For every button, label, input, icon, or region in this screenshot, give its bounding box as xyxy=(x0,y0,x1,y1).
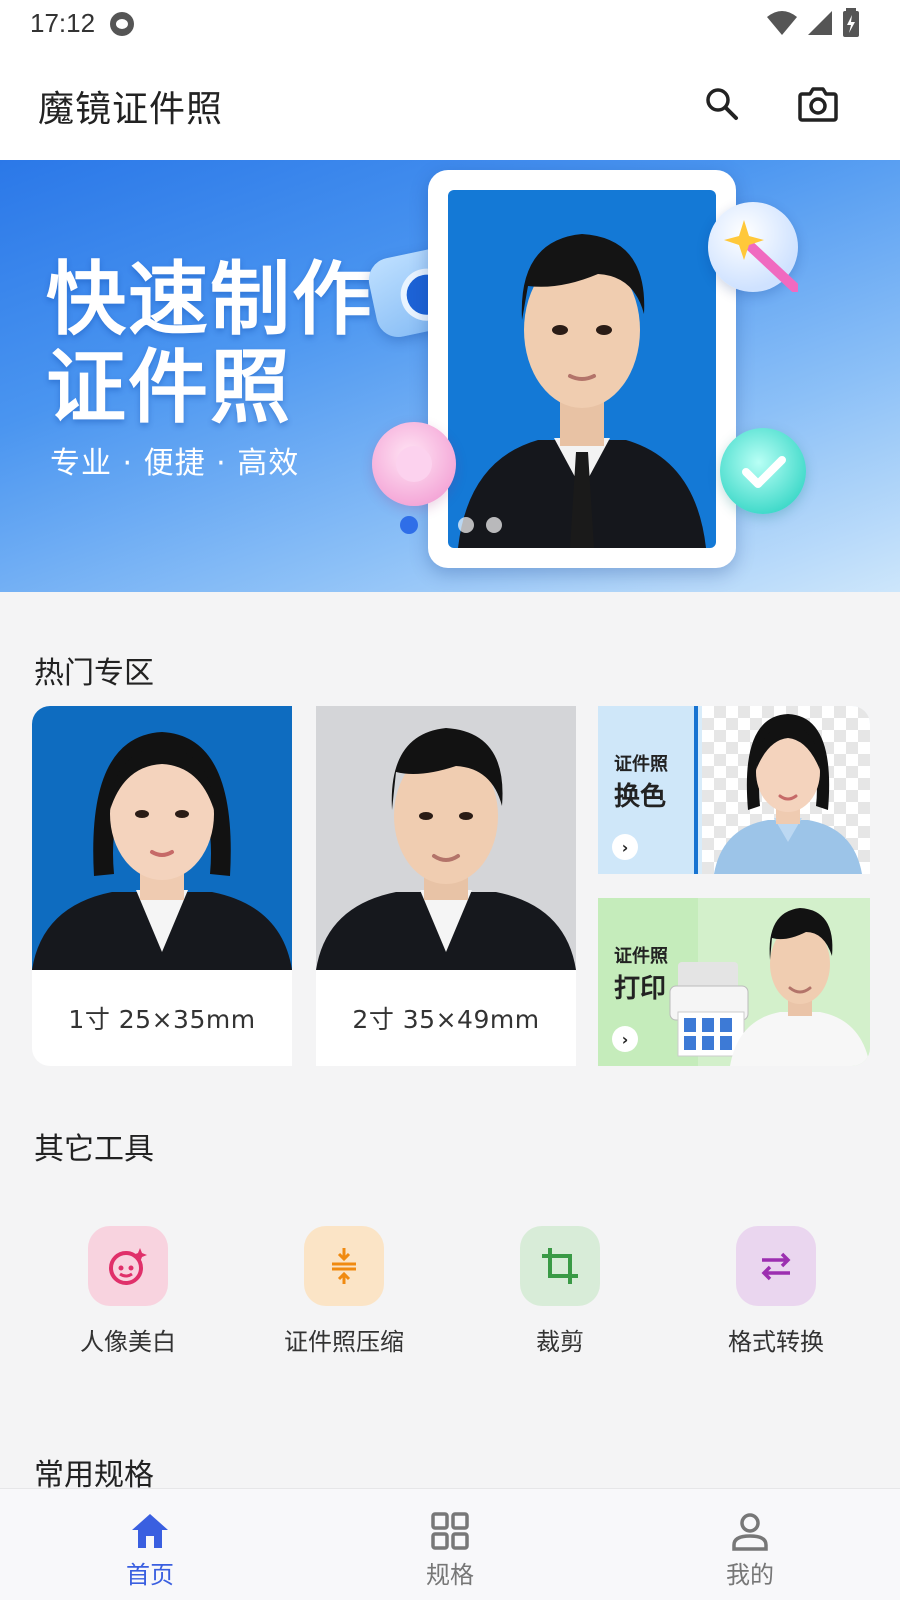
status-time: 17:12 xyxy=(30,8,96,38)
check-decoration-icon xyxy=(720,428,806,514)
record-decoration-icon xyxy=(372,422,456,506)
home-icon xyxy=(126,1509,174,1553)
change-background-card[interactable]: 证件照 换色 › xyxy=(598,706,870,874)
battery-icon xyxy=(843,8,859,37)
signal-icon xyxy=(808,11,832,35)
nav-label: 我的 xyxy=(726,1561,774,1589)
tool-photo-compress[interactable]: 证件照压缩 xyxy=(254,1226,434,1366)
tools-section-title: 其它工具 xyxy=(34,1132,154,1167)
side-card-main-label: 打印 xyxy=(614,974,667,1004)
chevron-right-icon: › xyxy=(612,1026,638,1052)
promo-banner[interactable]: 快速制作证件照 专业 · 便捷 · 高效 xyxy=(0,160,900,592)
camera-button[interactable] xyxy=(790,76,846,132)
nav-label: 首页 xyxy=(126,1561,174,1589)
bottom-navigation: 首页 规格 我的 xyxy=(0,1488,900,1600)
woman-blue-shirt-photo xyxy=(714,714,862,874)
grid-icon xyxy=(426,1509,474,1553)
tool-label: 证件照压缩 xyxy=(284,1328,404,1356)
man-white-shirt-photo xyxy=(730,908,870,1066)
pagination-dot[interactable] xyxy=(486,517,502,533)
side-card-top-label: 证件照 xyxy=(614,754,668,775)
pagination-dot[interactable] xyxy=(458,517,474,533)
side-card-main-label: 换色 xyxy=(614,782,667,812)
tool-label: 人像美白 xyxy=(80,1328,176,1356)
compress-icon xyxy=(304,1226,384,1306)
pagination-dot-active[interactable] xyxy=(400,516,418,534)
nav-home[interactable]: 首页 xyxy=(70,1489,230,1600)
face-sparkle-icon xyxy=(88,1226,168,1306)
size-card-1inch[interactable]: 1寸 25×35mm xyxy=(32,706,292,1066)
status-bar: 17:12 xyxy=(0,0,900,48)
nav-specs[interactable]: 规格 xyxy=(370,1489,530,1600)
chevron-right-icon: › xyxy=(612,834,638,860)
portrait-illustration xyxy=(458,234,706,548)
banner-title: 快速制作证件照 xyxy=(46,253,374,434)
banner-subtitle: 专业 · 便捷 · 高效 xyxy=(50,446,300,481)
tool-label: 裁剪 xyxy=(536,1328,584,1356)
notification-face-icon xyxy=(110,12,134,36)
size-card-label: 1寸 25×35mm xyxy=(68,1005,256,1034)
tool-crop[interactable]: 裁剪 xyxy=(470,1226,650,1366)
phone-frame xyxy=(428,170,736,568)
print-photo-card[interactable]: 证件照 打印 › xyxy=(598,898,870,1066)
search-button[interactable] xyxy=(694,76,750,132)
app-bar: 魔镜证件照 xyxy=(0,48,900,160)
tool-portrait-whitening[interactable]: 人像美白 xyxy=(38,1226,218,1366)
banner-pagination xyxy=(400,516,502,534)
camera-icon xyxy=(798,87,838,122)
tool-label: 格式转换 xyxy=(728,1328,824,1356)
wifi-icon xyxy=(767,11,797,35)
nav-mine[interactable]: 我的 xyxy=(670,1489,830,1600)
swap-icon xyxy=(736,1226,816,1306)
person-icon xyxy=(726,1509,774,1553)
female-portrait-photo xyxy=(32,706,292,970)
tool-format-convert[interactable]: 格式转换 xyxy=(686,1226,866,1366)
magic-wand-icon xyxy=(708,202,811,303)
nav-label: 规格 xyxy=(426,1561,474,1589)
crop-icon xyxy=(520,1226,600,1306)
search-icon xyxy=(706,88,738,120)
hot-section-title: 热门专区 xyxy=(34,656,154,691)
status-icons xyxy=(766,8,860,38)
size-card-2inch[interactable]: 2寸 35×49mm xyxy=(316,706,576,1066)
male-portrait-photo xyxy=(316,706,576,970)
side-card-top-label: 证件照 xyxy=(614,946,668,967)
size-card-label: 2寸 35×49mm xyxy=(352,1005,540,1034)
banner-portrait-photo xyxy=(448,190,716,548)
app-title: 魔镜证件照 xyxy=(38,89,224,130)
pagination-dot[interactable] xyxy=(430,517,446,533)
